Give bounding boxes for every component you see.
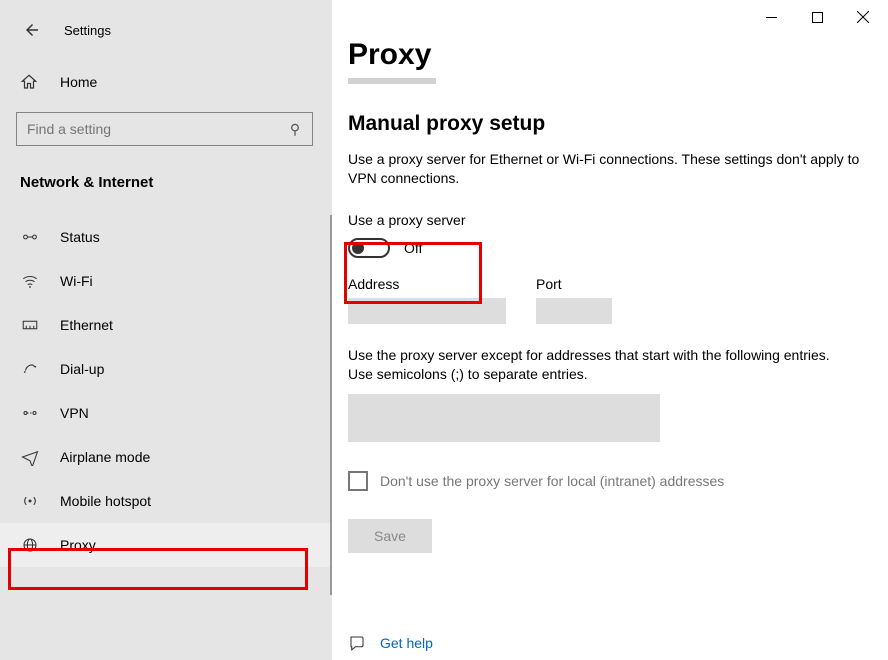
proxy-toggle-row: Off xyxy=(348,238,864,258)
search-wrap: ⚲ xyxy=(0,102,332,152)
address-label: Address xyxy=(348,276,506,292)
port-label: Port xyxy=(536,276,612,292)
hotspot-icon xyxy=(20,492,40,510)
window-controls xyxy=(748,2,886,32)
content-panel: Proxy Manual proxy setup Use a proxy ser… xyxy=(332,0,888,660)
close-button[interactable] xyxy=(840,2,886,32)
home-icon xyxy=(20,73,40,91)
sidebar-item-status[interactable]: Status xyxy=(0,215,332,259)
search-input[interactable] xyxy=(17,121,278,137)
toggle-label: Use a proxy server xyxy=(348,212,864,228)
sidebar-item-ethernet[interactable]: Ethernet xyxy=(0,303,332,347)
sidebar-item-dialup[interactable]: Dial-up xyxy=(0,347,332,391)
proxy-toggle[interactable] xyxy=(348,238,390,258)
address-field-group: Address xyxy=(348,276,506,324)
sidebar-item-vpn[interactable]: VPN xyxy=(0,391,332,435)
nav-label: VPN xyxy=(60,405,89,421)
exceptions-input[interactable] xyxy=(348,394,660,442)
search-icon: ⚲ xyxy=(278,121,312,138)
port-input[interactable] xyxy=(536,298,612,324)
section-title: Network & Internet xyxy=(0,152,332,199)
nav-label: Mobile hotspot xyxy=(60,493,151,509)
toggle-state: Off xyxy=(404,240,422,256)
search-box[interactable]: ⚲ xyxy=(16,112,313,146)
app-title: Settings xyxy=(64,23,111,38)
nav-label: Dial-up xyxy=(60,361,104,377)
exceptions-label: Use the proxy server except for addresse… xyxy=(348,346,858,384)
back-button[interactable] xyxy=(14,12,50,48)
progress-bar xyxy=(348,78,436,84)
port-field-group: Port xyxy=(536,276,612,324)
home-label: Home xyxy=(60,74,97,90)
address-input[interactable] xyxy=(348,298,506,324)
local-checkbox-label: Don't use the proxy server for local (in… xyxy=(380,473,724,489)
local-checkbox-row: Don't use the proxy server for local (in… xyxy=(348,471,864,491)
nav-label: Airplane mode xyxy=(60,449,150,465)
help-label: Get help xyxy=(380,635,433,651)
section-heading: Manual proxy setup xyxy=(348,112,864,136)
get-help-link[interactable]: Get help xyxy=(348,634,433,652)
titlebar: Settings xyxy=(0,8,332,62)
maximize-button[interactable] xyxy=(794,2,840,32)
sidebar-item-airplane[interactable]: Airplane mode xyxy=(0,435,332,479)
save-button[interactable]: Save xyxy=(348,519,432,553)
close-icon xyxy=(857,11,869,23)
settings-window: Settings Home ⚲ Network & Internet Statu… xyxy=(0,0,888,660)
sidebar-item-hotspot[interactable]: Mobile hotspot xyxy=(0,479,332,523)
page-title: Proxy xyxy=(348,38,864,72)
nav-label: Status xyxy=(60,229,100,245)
nav-label: Ethernet xyxy=(60,317,113,333)
help-icon xyxy=(348,634,366,652)
nav-label: Proxy xyxy=(60,537,96,553)
local-checkbox[interactable] xyxy=(348,471,368,491)
sidebar-item-wifi[interactable]: Wi-Fi xyxy=(0,259,332,303)
maximize-icon xyxy=(812,12,823,23)
sidebar-item-proxy[interactable]: Proxy xyxy=(0,523,332,567)
airplane-icon xyxy=(20,448,40,466)
nav-label: Wi-Fi xyxy=(60,273,93,289)
sidebar-home[interactable]: Home xyxy=(0,62,332,102)
fields-row: Address Port xyxy=(348,276,864,324)
ethernet-icon xyxy=(20,316,40,334)
status-icon xyxy=(20,228,40,246)
proxy-icon xyxy=(20,536,40,554)
nav-list: Status Wi-Fi Ethernet Dial-up xyxy=(0,215,332,567)
toggle-knob xyxy=(352,242,364,254)
dialup-icon xyxy=(20,360,40,378)
sidebar: Settings Home ⚲ Network & Internet Statu… xyxy=(0,0,332,660)
arrow-left-icon xyxy=(23,21,41,39)
minimize-button[interactable] xyxy=(748,2,794,32)
vpn-icon xyxy=(20,404,40,422)
wifi-icon xyxy=(20,272,40,290)
section-description: Use a proxy server for Ethernet or Wi-Fi… xyxy=(348,150,864,188)
minimize-icon xyxy=(766,12,777,23)
